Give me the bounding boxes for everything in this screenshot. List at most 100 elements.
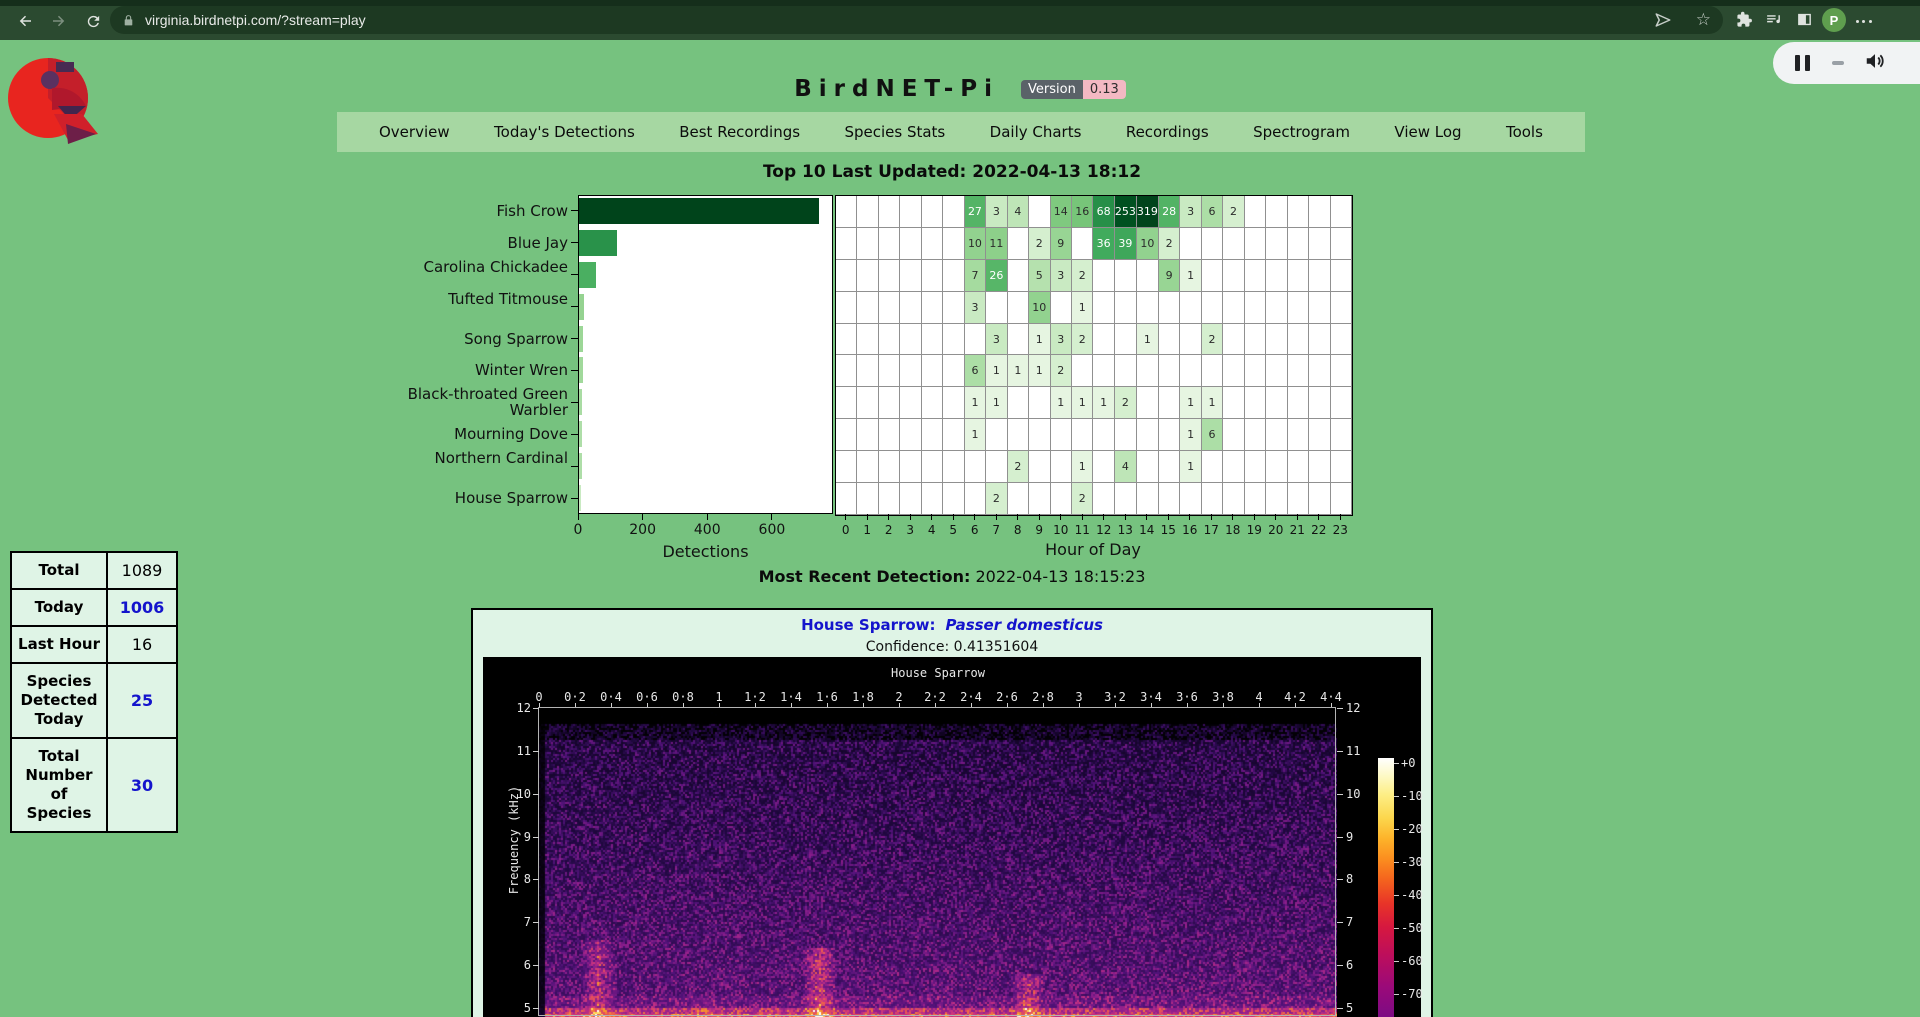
stats-row: Last Hour16 — [11, 626, 177, 663]
heatmap-xaxis-title: Hour of Day — [1045, 540, 1141, 559]
heatmap-cell — [943, 260, 964, 292]
stat-value-link[interactable]: 30 — [131, 776, 153, 795]
menu-kebab-icon[interactable] — [1854, 8, 1874, 34]
profile-avatar[interactable]: P — [1822, 8, 1846, 32]
heatmap-cell — [1008, 483, 1029, 515]
spec-xtick-label: 2·2 — [921, 690, 949, 704]
heatmap-cell: 1 — [1202, 387, 1223, 419]
heatmap-cell — [1309, 292, 1330, 324]
hour-tick-label: 7 — [992, 523, 1000, 537]
url-input[interactable] — [145, 12, 645, 28]
heatmap-cell — [1266, 324, 1287, 356]
heatmap-cell — [1093, 483, 1114, 515]
reload-button[interactable] — [80, 8, 106, 34]
extensions-icon[interactable] — [1736, 11, 1753, 28]
spec-xtick-label: 2·6 — [993, 690, 1021, 704]
send-icon[interactable] — [1654, 11, 1672, 29]
stat-label: Last Hour — [11, 626, 107, 663]
nav-item-tools[interactable]: Tools — [1506, 123, 1543, 141]
spec-ytick-right — [1337, 965, 1343, 966]
playlist-icon[interactable] — [1764, 11, 1783, 28]
heatmap-cell: 1 — [1137, 324, 1159, 356]
heatmap-cell — [879, 260, 900, 292]
heatmap-cell — [1245, 355, 1266, 387]
spec-ytick-label-right: 7 — [1346, 915, 1370, 929]
heatmap-cell — [1115, 483, 1137, 515]
volume-icon[interactable] — [1864, 50, 1886, 76]
species-label: Fish Crow — [368, 203, 568, 219]
pause-button[interactable] — [1795, 55, 1810, 71]
heatmap-cell — [922, 451, 943, 483]
audio-player[interactable] — [1773, 42, 1920, 84]
spec-xtick-label: 0·6 — [633, 690, 661, 704]
forward-button[interactable] — [46, 8, 72, 34]
nav-item-view-log[interactable]: View Log — [1394, 123, 1461, 141]
spec-xtick-label: 3 — [1065, 690, 1093, 704]
y-tick — [571, 210, 578, 211]
omnibox[interactable]: ☆ — [110, 6, 1723, 34]
spec-xtick-label: 3·8 — [1209, 690, 1237, 704]
heatmap-cell — [1331, 483, 1352, 515]
heatmap-cell: 3 — [1180, 196, 1201, 228]
heatmap-cell — [943, 324, 964, 356]
heatmap-cell — [1202, 292, 1223, 324]
heatmap-cell: 1 — [986, 387, 1007, 419]
nav-item-daily-charts[interactable]: Daily Charts — [990, 123, 1082, 141]
heatmap-cell — [879, 292, 900, 324]
heatmap-cell: 3 — [1051, 324, 1072, 356]
heatmap-cell: 1 — [1180, 451, 1201, 483]
hour-tick-label: 20 — [1268, 523, 1283, 537]
heatmap-cell — [986, 292, 1007, 324]
spec-ytick-label-left: 5 — [509, 1001, 531, 1015]
back-button[interactable] — [12, 8, 38, 34]
heatmap-cell: 14 — [1051, 196, 1072, 228]
heatmap-cell: 27 — [965, 196, 986, 228]
spec-ytick-right — [1337, 837, 1343, 838]
stat-value-link[interactable]: 1006 — [120, 598, 165, 617]
stat-value-link[interactable]: 25 — [131, 691, 153, 710]
detection-bar — [579, 421, 582, 447]
heatmap-cell: 1 — [965, 387, 986, 419]
bookmark-star-icon[interactable]: ☆ — [1696, 10, 1711, 30]
heatmap-cell — [900, 355, 921, 387]
seek-slider[interactable] — [1832, 61, 1844, 65]
hour-tick-label: 3 — [906, 523, 914, 537]
spec-ytick-label-right: 5 — [1346, 1001, 1370, 1015]
y-tick — [571, 338, 578, 339]
nav-item-species-stats[interactable]: Species Stats — [844, 123, 945, 141]
heatmap-cell: 253 — [1115, 196, 1137, 228]
nav-item-overview[interactable]: Overview — [379, 123, 450, 141]
heatmap-cell — [1093, 260, 1114, 292]
spec-xtick-label: 3·4 — [1137, 690, 1165, 704]
heatmap-cell — [1029, 196, 1050, 228]
spec-xtick-label: 2 — [885, 690, 913, 704]
nav-item-best-recordings[interactable]: Best Recordings — [679, 123, 800, 141]
spec-ytick-left — [533, 837, 539, 838]
nav-item-today-s-detections[interactable]: Today's Detections — [494, 123, 635, 141]
x-tick-label: 0 — [574, 522, 583, 538]
hour-tick — [888, 514, 889, 520]
heatmap-cell — [1288, 196, 1309, 228]
heatmap-cell — [900, 228, 921, 260]
y-tick — [571, 466, 578, 467]
version-value: 0.13 — [1083, 80, 1126, 99]
heatmap-cell: 6 — [1202, 419, 1223, 451]
nav-item-spectrogram[interactable]: Spectrogram — [1253, 123, 1350, 141]
heatmap-cell — [879, 324, 900, 356]
colorbar-tick — [1394, 961, 1399, 962]
detection-species-link[interactable]: House Sparrow: — [801, 616, 935, 634]
colorbar-tick — [1394, 895, 1399, 896]
hour-tick-label: 16 — [1182, 523, 1197, 537]
heatmap-cell — [1093, 451, 1114, 483]
detection-bar — [579, 198, 819, 224]
side-panel-icon[interactable] — [1796, 11, 1813, 28]
heatmap-cell: 2 — [1072, 324, 1093, 356]
species-label: Winter Wren — [368, 362, 568, 378]
hour-tick — [867, 514, 868, 520]
heatmap-cell — [900, 260, 921, 292]
nav-item-recordings[interactable]: Recordings — [1126, 123, 1209, 141]
detection-bar — [579, 357, 583, 383]
colorbar-label: -30 — [1401, 855, 1423, 869]
x-tick-label: 600 — [759, 522, 786, 538]
heatmap-cell — [1266, 419, 1287, 451]
